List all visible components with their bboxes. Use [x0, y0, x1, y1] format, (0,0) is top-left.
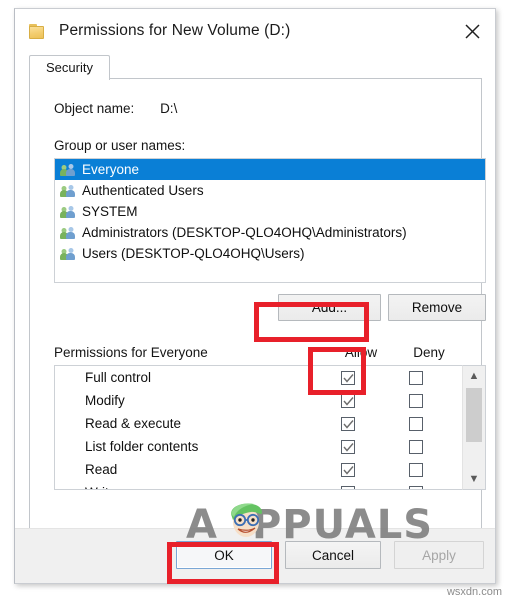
scrollbar-thumb[interactable] [466, 388, 482, 442]
users-group-icon [60, 226, 76, 240]
permissions-scrollbar[interactable]: ▲ ▼ [462, 365, 486, 490]
group-user-list[interactable]: Everyone Authenticated Users SYSTEM Admi… [54, 158, 486, 283]
list-item[interactable]: Users (DESKTOP-QLO4OHQ\Users) [55, 243, 485, 264]
apply-button: Apply [394, 541, 484, 569]
table-row[interactable]: Read [55, 458, 486, 481]
object-name-value: D:\ [160, 101, 178, 116]
permissions-dialog: Permissions for New Volume (D:) Security… [14, 8, 496, 584]
permission-name: Read & execute [85, 416, 182, 431]
permission-name: Full control [85, 370, 152, 385]
deny-checkbox[interactable] [409, 393, 423, 408]
users-group-icon [60, 163, 76, 177]
allow-checkbox[interactable] [341, 416, 355, 431]
add-button[interactable]: Add... [278, 294, 381, 321]
list-item-label: Everyone [82, 162, 140, 177]
group-names-label: Group or user names: [54, 138, 186, 153]
dialog-footer: OK Cancel Apply [15, 528, 495, 583]
table-row[interactable]: List folder contents [55, 435, 486, 458]
table-row[interactable]: Full control [55, 366, 486, 389]
security-tab-panel: Object name: D:\ Group or user names: Ev… [29, 78, 486, 546]
allow-column-header: Allow [344, 345, 378, 360]
permission-name: List folder contents [85, 439, 199, 454]
deny-checkbox[interactable] [409, 439, 423, 454]
permissions-list[interactable]: Full control Modify Read & execute List … [54, 365, 486, 490]
list-item-label: Users (DESKTOP-QLO4OHQ\Users) [82, 246, 305, 261]
allow-checkbox[interactable] [341, 393, 355, 408]
list-item-label: Authenticated Users [82, 183, 204, 198]
chevron-up-icon[interactable]: ▲ [463, 366, 485, 386]
ok-button[interactable]: OK [176, 541, 272, 569]
object-name-label: Object name: [54, 101, 135, 116]
permission-name: Modify [85, 393, 125, 408]
users-group-icon [60, 247, 76, 261]
window-title: Permissions for New Volume (D:) [59, 22, 291, 39]
folder-icon [29, 23, 47, 39]
table-row[interactable]: Write [55, 481, 486, 489]
permission-name: Read [85, 462, 118, 477]
page-background: Permissions for New Volume (D:) Security… [0, 0, 508, 600]
permissions-label: Permissions for Everyone [54, 345, 208, 360]
tab-strip: Security [15, 53, 495, 80]
list-item[interactable]: Everyone [55, 159, 485, 180]
list-item[interactable]: Authenticated Users [55, 180, 485, 201]
tab-security[interactable]: Security [29, 55, 110, 80]
object-name-row: Object name: D:\ [54, 101, 177, 116]
chevron-down-icon[interactable]: ▼ [463, 469, 485, 489]
deny-checkbox[interactable] [409, 416, 423, 431]
list-item[interactable]: Administrators (DESKTOP-QLO4OHQ\Administ… [55, 222, 485, 243]
remove-button[interactable]: Remove [388, 294, 486, 321]
title-bar: Permissions for New Volume (D:) [15, 9, 495, 53]
deny-checkbox[interactable] [409, 485, 423, 489]
close-icon[interactable] [449, 9, 495, 53]
table-row[interactable]: Read & execute [55, 412, 486, 435]
allow-checkbox[interactable] [341, 485, 355, 489]
source-watermark: wsxdn.com [446, 586, 502, 598]
list-item-label: Administrators (DESKTOP-QLO4OHQ\Administ… [82, 225, 407, 240]
deny-checkbox[interactable] [409, 462, 423, 477]
deny-checkbox[interactable] [409, 370, 423, 385]
allow-checkbox[interactable] [341, 462, 355, 477]
list-item-label: SYSTEM [82, 204, 138, 219]
allow-checkbox[interactable] [341, 370, 355, 385]
users-group-icon [60, 184, 76, 198]
table-row[interactable]: Modify [55, 389, 486, 412]
allow-checkbox[interactable] [341, 439, 355, 454]
deny-column-header: Deny [413, 345, 445, 360]
users-group-icon [60, 205, 76, 219]
permission-name: Write [55, 485, 116, 489]
cancel-button[interactable]: Cancel [285, 541, 381, 569]
list-item[interactable]: SYSTEM [55, 201, 485, 222]
